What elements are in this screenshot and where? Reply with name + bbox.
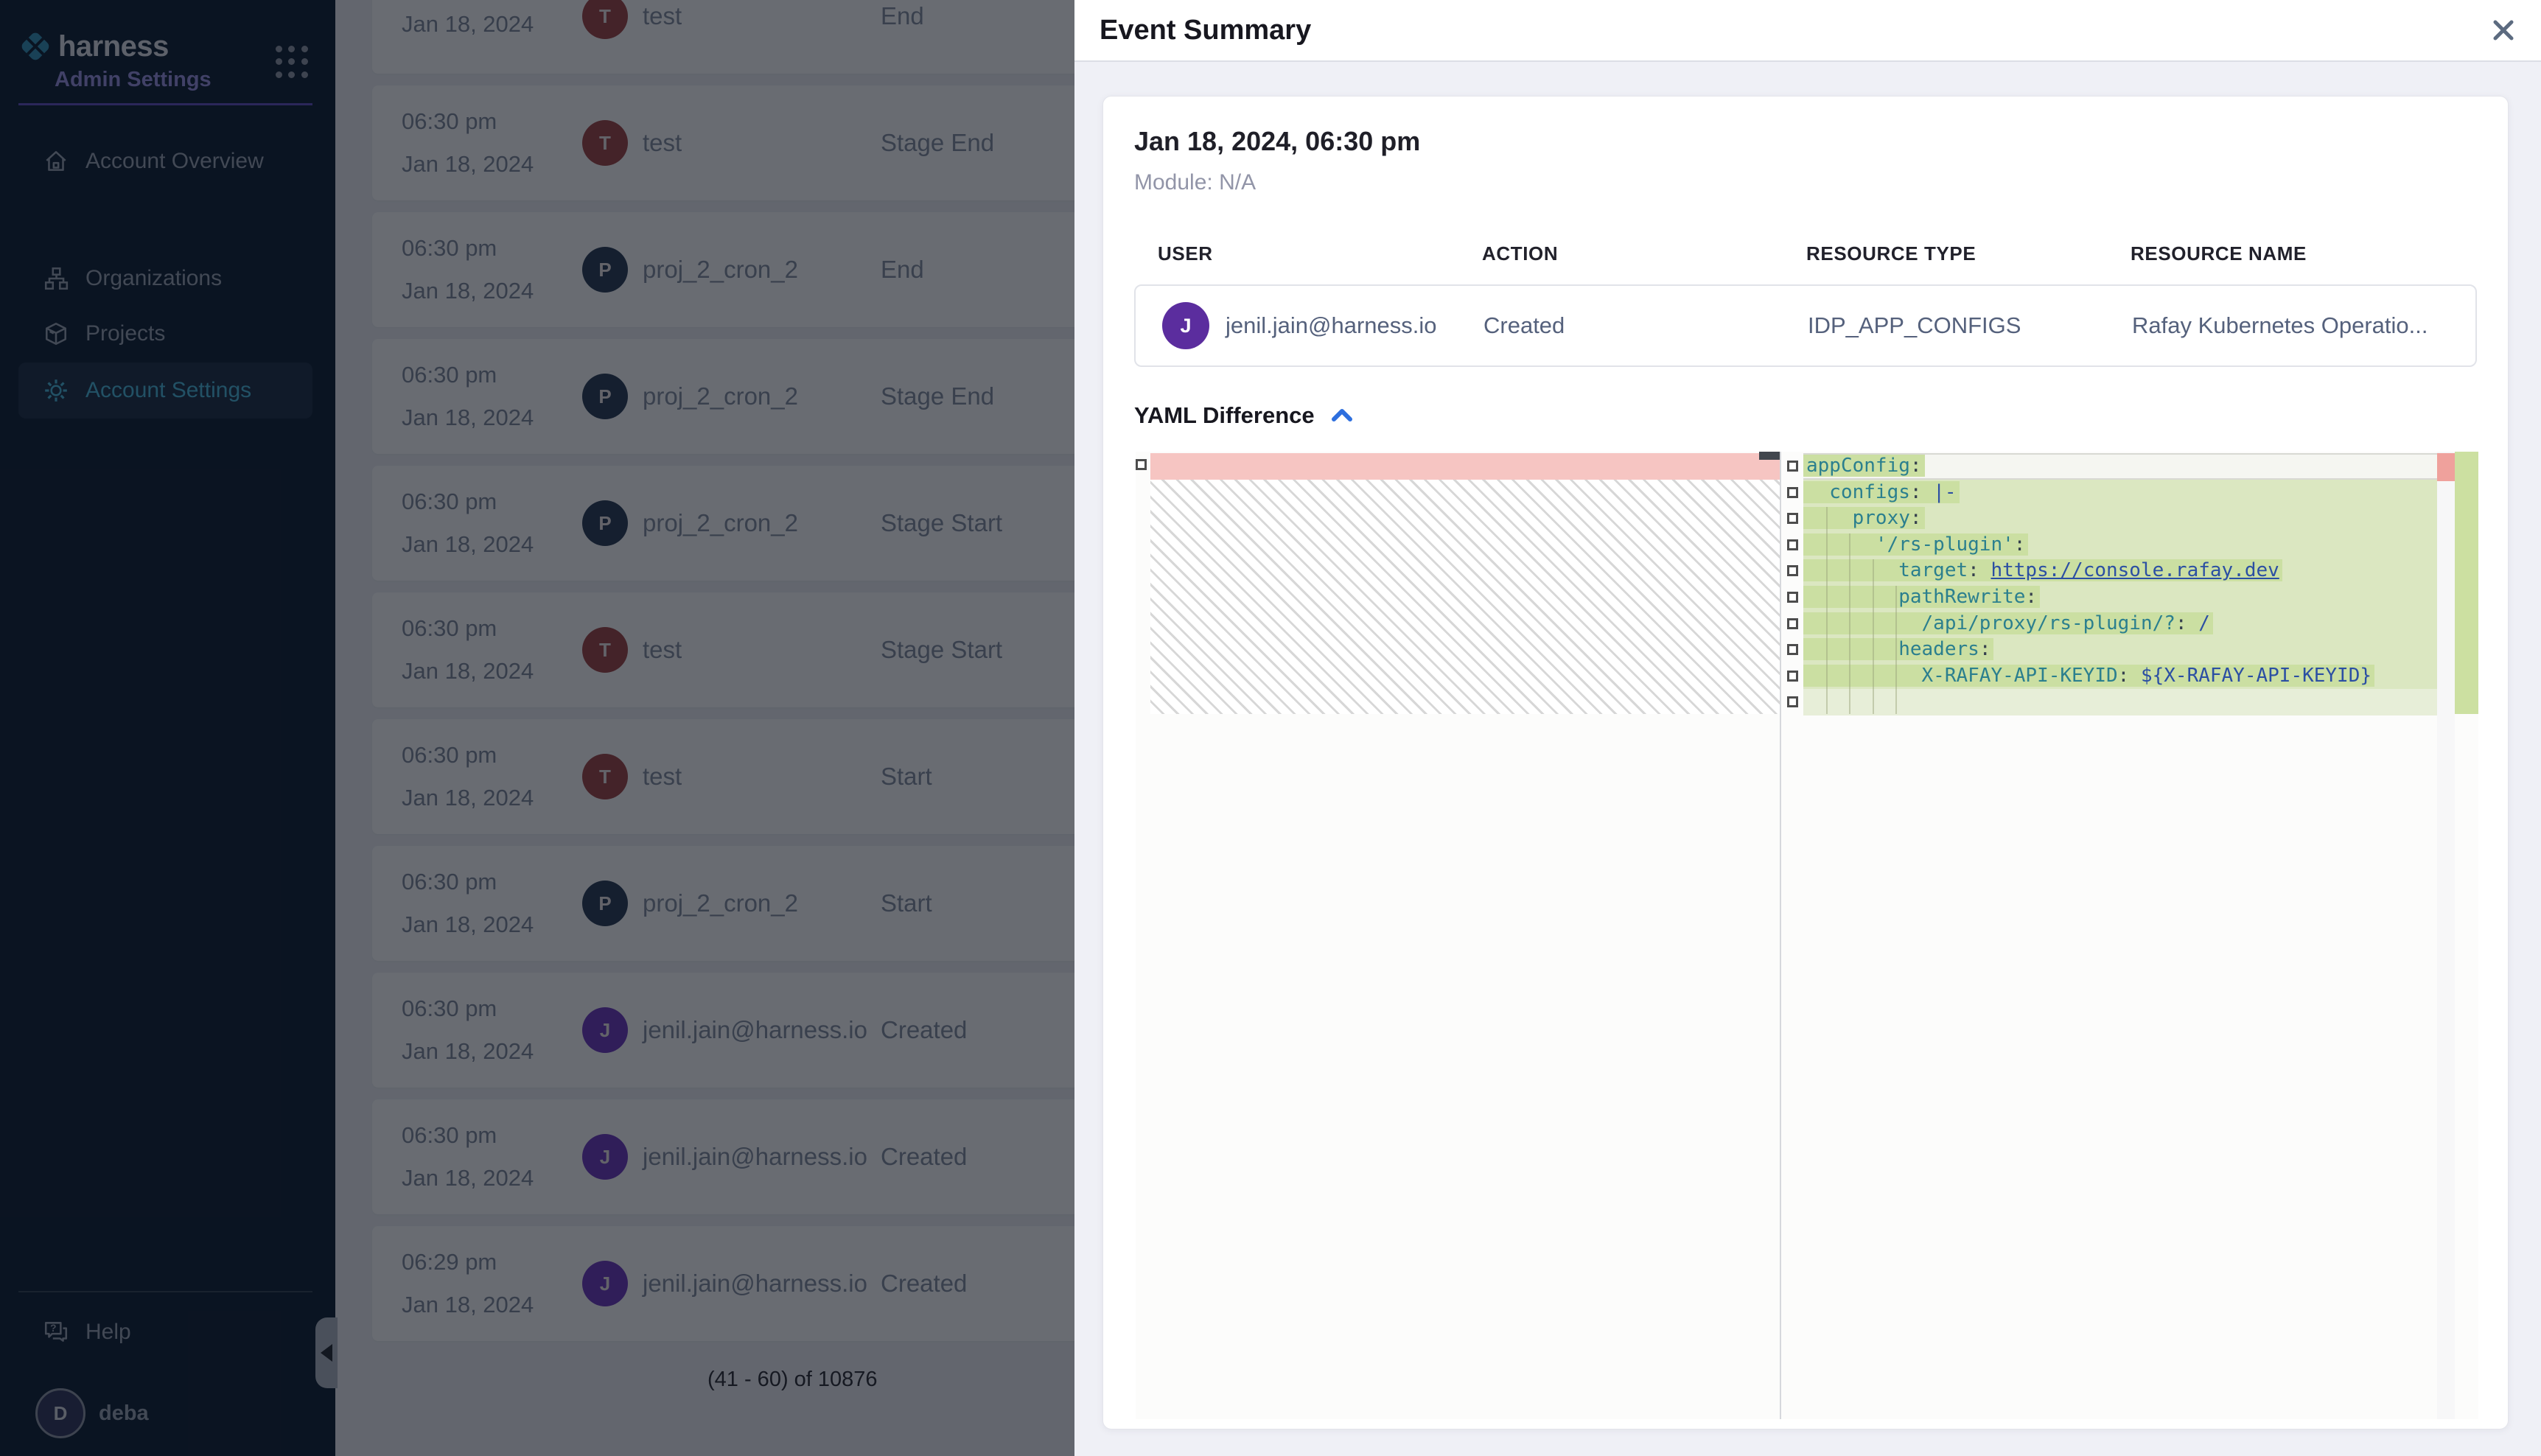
code-link[interactable]: https://console.rafay.dev <box>1990 559 2279 581</box>
code-line: proxy: <box>1803 505 2437 532</box>
resource-type-cell: IDP_APP_CONFIGS <box>1808 312 2132 339</box>
event-table-headers: USER ACTION RESOURCE TYPE RESOURCE NAME <box>1134 242 2477 265</box>
diff-fold-marker[interactable] <box>1787 592 1798 603</box>
event-module: Module: N/A <box>1134 170 2478 195</box>
code-line-empty <box>1803 689 2437 715</box>
diff-removed-line <box>1150 453 1780 480</box>
diff-fold-marker[interactable] <box>1787 565 1798 576</box>
diff-removed-marker <box>2437 453 2455 481</box>
indent-guide <box>1849 533 1850 714</box>
code-line: appConfig: <box>1803 453 2437 480</box>
diff-pane-divider <box>1780 452 1781 1419</box>
diff-empty-filler <box>1150 480 1780 714</box>
code-line: headers: <box>1803 637 2437 663</box>
diff-fold-marker[interactable] <box>1787 461 1798 472</box>
modal-header: Event Summary <box>1074 0 2541 62</box>
action-cell: Created <box>1483 312 1808 339</box>
diff-fold-marker[interactable] <box>1136 459 1147 470</box>
code-line: configs: |- <box>1803 480 2437 506</box>
code-line: target: https://console.rafay.dev <box>1803 558 2437 584</box>
avatar: J <box>1162 302 1209 349</box>
close-icon <box>2490 17 2517 43</box>
diff-added-code: appConfig: configs: |- proxy: '/rs-plugi… <box>1803 453 2437 715</box>
diff-fold-marker[interactable] <box>1787 513 1798 524</box>
screen: harness Admin Settings Account Overview … <box>0 0 2541 1456</box>
column-header: USER <box>1158 242 1482 265</box>
column-header: ACTION <box>1482 242 1806 265</box>
event-summary-card: Jan 18, 2024, 06:30 pm Module: N/A USER … <box>1102 96 2509 1429</box>
code-line: /api/proxy/rs-plugin/?: / <box>1803 611 2437 637</box>
yaml-difference-label: YAML Difference <box>1134 402 1315 429</box>
modal-title: Event Summary <box>1100 15 1311 46</box>
column-header: RESOURCE TYPE <box>1806 242 2131 265</box>
close-button[interactable] <box>2485 12 2522 49</box>
event-table-row: J jenil.jain@harness.io Created IDP_APP_… <box>1134 284 2477 367</box>
event-user-cell: J jenil.jain@harness.io <box>1162 302 1483 349</box>
code-line: X-RAFAY-API-KEYID: ${X-RAFAY-API-KEYID} <box>1803 663 2437 690</box>
diff-fold-marker[interactable] <box>1787 539 1798 550</box>
indent-guide <box>1873 559 1874 714</box>
diff-overview-track[interactable] <box>2437 452 2455 1419</box>
diff-fold-marker[interactable] <box>1787 487 1798 498</box>
diff-fold-marker[interactable] <box>1787 644 1798 655</box>
diff-added-ruler <box>2455 452 2478 714</box>
indent-guide <box>1826 507 1828 714</box>
event-summary-modal: Event Summary Jan 18, 2024, 06:30 pm Mod… <box>1074 0 2541 1456</box>
user-email: jenil.jain@harness.io <box>1226 312 1437 339</box>
yaml-difference-section: YAML Difference <box>1134 402 2477 429</box>
yaml-diff-viewer: appConfig: configs: |- proxy: '/rs-plugi… <box>1136 452 2478 1419</box>
code-line: pathRewrite: <box>1803 584 2437 611</box>
code-line: '/rs-plugin': <box>1803 532 2437 559</box>
event-datetime: Jan 18, 2024, 06:30 pm <box>1134 126 2478 157</box>
diff-fold-marker[interactable] <box>1787 696 1798 707</box>
diff-scrollbar-thumb[interactable] <box>1759 452 1780 460</box>
resource-name-cell: Rafay Kubernetes Operatio... <box>2132 312 2475 339</box>
diff-fold-marker[interactable] <box>1787 618 1798 629</box>
indent-guide <box>1895 586 1897 714</box>
chevron-up-icon <box>1329 407 1355 424</box>
column-header: RESOURCE NAME <box>2131 242 2477 265</box>
diff-fold-marker[interactable] <box>1787 671 1798 682</box>
collapse-section-button[interactable] <box>1329 407 1355 424</box>
